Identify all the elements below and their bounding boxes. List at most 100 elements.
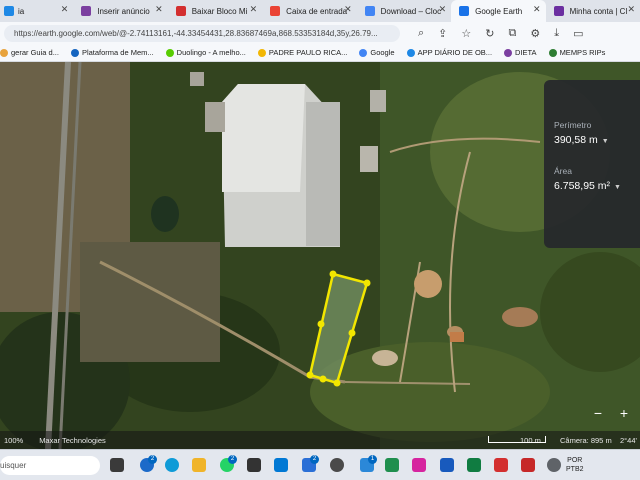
bookmark-icon: [406, 48, 415, 57]
close-tab-icon[interactable]: ✕: [439, 4, 447, 15]
bookmark-label: gerar Guia d...: [11, 48, 59, 57]
share-icon[interactable]: ⇪: [438, 27, 447, 40]
zoom-icon[interactable]: ⌕: [418, 27, 424, 40]
bookmark-item[interactable]: APP DIÁRIO DE OB...: [406, 48, 493, 57]
area-value-text: 6.758,95 m²: [554, 180, 611, 192]
tab-favicon-icon: [175, 6, 186, 16]
close-tab-icon[interactable]: ✕: [61, 4, 69, 15]
bookmark-item[interactable]: DIETA: [504, 48, 537, 57]
url-field[interactable]: https://earth.google.com/web/@-2.7411316…: [4, 24, 400, 42]
edge-icon[interactable]: [165, 458, 179, 472]
tab-favicon-icon: [270, 6, 281, 16]
excel-alt-icon[interactable]: [385, 458, 399, 472]
tab-label: Baixar Bloco Mi: [191, 6, 248, 16]
area-value[interactable]: 6.758,95 m² ▼: [554, 180, 640, 192]
tab-favicon-icon: [4, 6, 14, 16]
settings-icon[interactable]: [547, 458, 561, 472]
bookmark-item[interactable]: Plataforma de Mem...: [70, 48, 154, 57]
tab-favicon-icon: [364, 6, 375, 16]
browser-tab-bar: ia ✕ Inserir anúncio ✕ Baixar Bloco Mi ✕ Ca…: [0, 0, 640, 22]
bookmark-star-icon[interactable]: ☆: [461, 27, 471, 40]
tab-ia[interactable]: ia ✕: [0, 0, 73, 22]
pdf-icon[interactable]: [521, 458, 535, 472]
instagram-icon[interactable]: [412, 458, 426, 472]
bookmark-icon: [70, 48, 79, 57]
tab-google-earth[interactable]: Google Earth ✕: [451, 0, 546, 22]
excel-icon[interactable]: [467, 458, 481, 472]
download-icon[interactable]: ⤓: [554, 27, 559, 40]
bookmark-label: DIETA: [515, 48, 537, 57]
copy-icon[interactable]: ⧉: [508, 27, 516, 40]
bookmark-label: APP DIÁRIO DE OB...: [417, 48, 493, 57]
perimeter-value[interactable]: 390,58 m ▼: [554, 134, 640, 146]
bookmark-item[interactable]: PADRE PAULO RICA...: [257, 48, 348, 57]
dell-icon[interactable]: [330, 458, 344, 472]
camera-altitude: Câmera: 895 m: [560, 435, 612, 445]
tab-favicon-icon: [81, 6, 92, 16]
reload-icon[interactable]: ↻: [485, 27, 494, 40]
calculator-icon[interactable]: [247, 458, 261, 472]
bookmark-icon: [548, 48, 557, 57]
bookmark-label: Duolingo - A melho...: [176, 48, 246, 57]
store-icon[interactable]: [274, 458, 288, 472]
zoom-controls: − +: [588, 402, 634, 424]
bookmark-item[interactable]: gerar Guia d...: [0, 48, 59, 57]
acrobat-icon[interactable]: [494, 458, 508, 472]
tab-minha-conta[interactable]: Minha conta | Cl ✕: [546, 0, 640, 22]
tab-caixa-entrada[interactable]: Caixa de entrada ✕: [262, 0, 356, 22]
perimeter-value-text: 390,58 m: [554, 134, 598, 146]
language-indicator[interactable]: POR PTB2: [566, 456, 584, 474]
scale-bar: [488, 436, 546, 443]
tab-favicon-icon: [553, 6, 564, 16]
bookmark-item[interactable]: Duolingo - A melho...: [165, 48, 246, 57]
keyboard-layout: PTB2: [566, 466, 584, 473]
tab-label: Download – Cloc: [380, 6, 442, 16]
close-tab-icon[interactable]: ✕: [250, 4, 258, 15]
tab-favicon-icon: [459, 6, 470, 16]
chevron-down-icon: ▼: [601, 138, 609, 145]
tab-label: Google Earth: [475, 6, 523, 16]
sidebar-icon[interactable]: ▭: [573, 27, 583, 40]
bookmark-label: PADRE PAULO RICA...: [268, 48, 348, 57]
notification-badge: 2: [148, 455, 157, 464]
perimeter-label: Perímetro: [554, 120, 592, 130]
taskbar-search[interactable]: uisquer: [0, 456, 100, 475]
address-bar-row: https://earth.google.com/web/@-2.7411316…: [0, 22, 640, 44]
coordinates: 2°44': [620, 435, 637, 445]
notification-badge: 1: [368, 455, 377, 464]
close-tab-icon[interactable]: ✕: [155, 4, 163, 15]
imagery-attribution[interactable]: Maxar Technologies: [39, 436, 106, 445]
chevron-down-icon: ▼: [614, 184, 621, 191]
task-view-icon[interactable]: [110, 458, 124, 472]
bookmark-label: Google: [370, 48, 395, 57]
bookmark-label: MEMPS RIPs: [559, 48, 606, 57]
tab-baixar-bloco[interactable]: Baixar Bloco Mi ✕: [168, 0, 262, 22]
bookmark-item[interactable]: Google: [359, 48, 395, 57]
tab-label: Inserir anúncio: [97, 6, 150, 16]
bookmark-icon: [504, 48, 513, 57]
close-tab-icon[interactable]: ✕: [344, 4, 352, 15]
tab-download[interactable]: Download – Cloc ✕: [357, 0, 451, 22]
zoom-out-button[interactable]: −: [588, 405, 608, 421]
close-tab-icon[interactable]: ✕: [533, 4, 541, 15]
close-tab-icon[interactable]: ✕: [628, 4, 636, 15]
satellite-map[interactable]: Perímetro 390,58 m ▼ Área 6.758,95 m² ▼ − …: [0, 62, 640, 449]
tab-inserir-anuncio[interactable]: Inserir anúncio ✕: [73, 0, 167, 22]
toolbar-icons: ⌕ ⇪ ☆ ↻ ⧉ ⚙ ⤓ ▭: [418, 27, 584, 40]
extensions-icon[interactable]: ⚙: [530, 27, 540, 40]
measurement-panel: Perímetro 390,58 m ▼ Área 6.758,95 m² ▼: [544, 80, 640, 248]
zoom-percentage: 100%: [4, 435, 24, 445]
notification-badge: 2: [228, 455, 237, 464]
language-code: POR: [567, 457, 583, 464]
windows-taskbar: uisquer 2 2 2 1 POR PTB2: [0, 449, 640, 480]
bookmark-icon: [257, 48, 266, 57]
bookmark-icon: [165, 48, 174, 57]
tab-label: Caixa de entrada: [286, 6, 348, 16]
word-icon[interactable]: [440, 458, 454, 472]
bookmark-icon: [0, 48, 8, 57]
tab-label: Minha conta | Cl: [569, 6, 628, 16]
bookmark-item[interactable]: MEMPS RIPs: [548, 48, 606, 57]
file-explorer-icon[interactable]: [192, 458, 206, 472]
zoom-in-button[interactable]: +: [614, 405, 634, 421]
bookmarks-bar: gerar Guia d... Plataforma de Mem... Duo…: [0, 44, 640, 62]
